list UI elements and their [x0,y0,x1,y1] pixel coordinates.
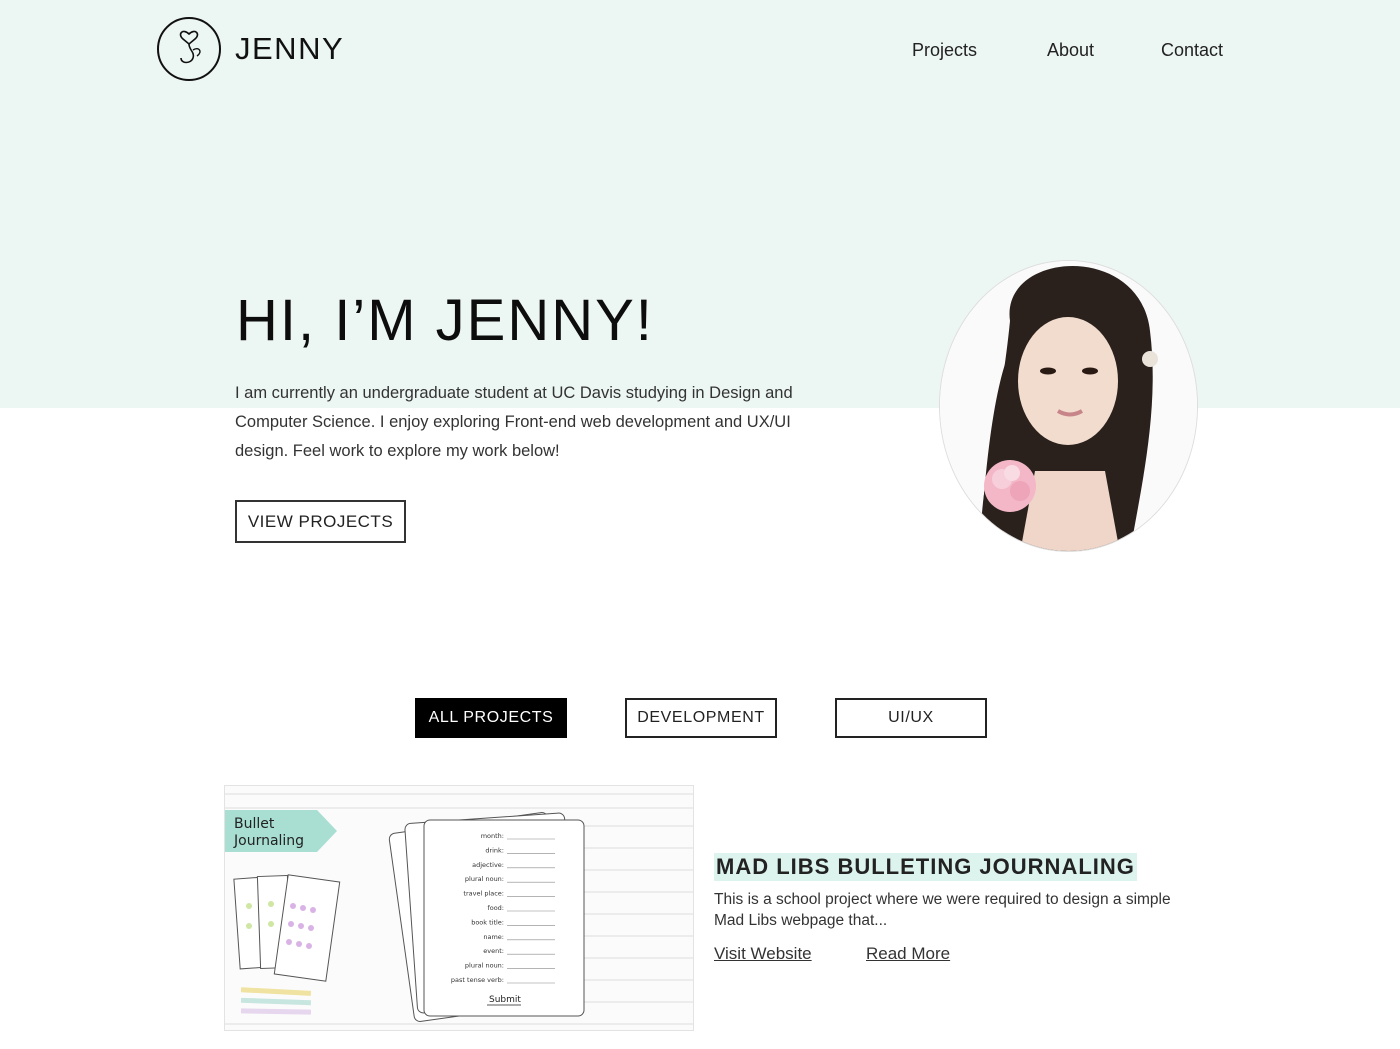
project-thumbnail[interactable]: Bullet Journaling month: drink: adjective:… [224,785,694,1031]
brand-logo[interactable]: JENNY [157,17,344,81]
form-field-label: name: [483,933,504,941]
form-field-label: food: [487,904,504,912]
form-field-label: plural noun: [465,875,504,883]
submit-label: Submit [489,995,521,1005]
filter-uiux[interactable]: UI/UX [835,698,987,738]
project-description: This is a school project where we were r… [714,891,1171,929]
form-field-label: travel place: [463,890,504,898]
view-projects-button[interactable]: VIEW PROJECTS [235,500,406,543]
project-title: MAD LIBS BULLETING JOURNALING [714,853,1137,881]
heart-flower-icon [157,17,221,81]
filter-development[interactable]: DEVELOPMENT [625,698,777,738]
read-more-link[interactable]: Read More [866,944,950,964]
brand-name: JENNY [235,31,345,66]
nav-projects-link[interactable]: Projects [912,40,977,61]
filter-all-projects[interactable]: ALL PROJECTS [415,698,567,738]
form-field-label: book title: [471,918,504,926]
hero-description: I am currently an undergraduate student … [235,384,793,460]
form-field-label: event: [483,947,504,955]
profile-photo [939,260,1198,552]
form-field-label: adjective: [472,861,504,869]
visit-website-link[interactable]: Visit Website [714,944,812,964]
nav-contact-link[interactable]: Contact [1161,40,1223,61]
form-field-label: past tense verb: [451,976,504,984]
nav-about-link[interactable]: About [1047,40,1094,61]
banner-line-2: Journaling [233,833,304,849]
hero-title: HI, I’M JENNY! [236,288,654,353]
form-field-label: plural noun: [465,962,504,970]
form-field-label: month: [481,832,504,840]
banner-line-1: Bullet [234,816,275,832]
form-field-label: drink: [485,846,504,854]
